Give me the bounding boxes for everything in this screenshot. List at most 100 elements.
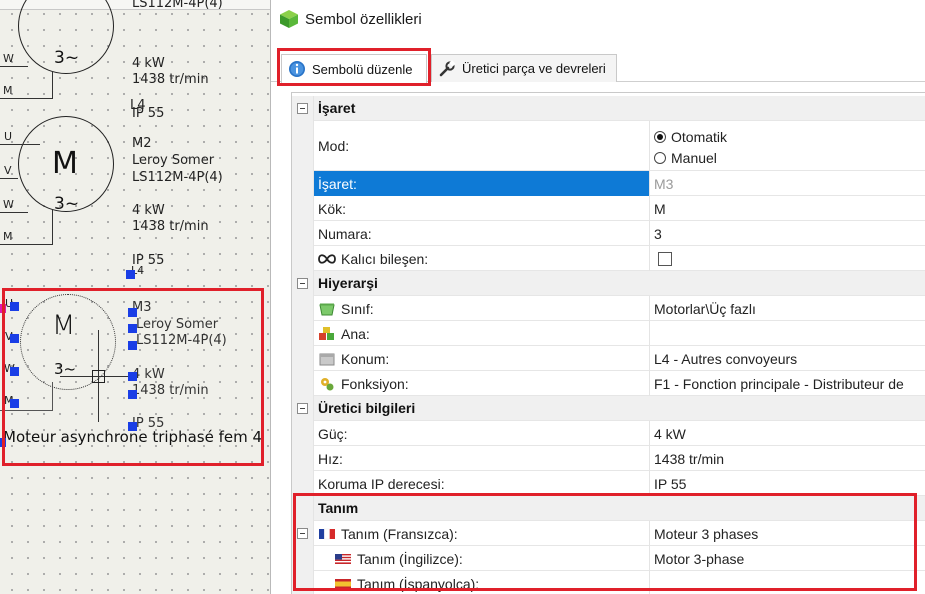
section-uretici-label: Üretici bilgileri (318, 400, 416, 416)
motor1-wire-m (0, 98, 52, 99)
section-gutter (292, 96, 314, 121)
row-mode-value: Otomatik Manuel (654, 121, 925, 171)
row-sinif-key: Sınıf: (314, 296, 650, 321)
row-guc-label: Güç: (314, 421, 650, 446)
property-grid[interactable]: İşaret Mod: Otomatik Manuel İşaret: M3 K… (291, 92, 925, 594)
row-isaret-label: İşaret: (314, 171, 650, 196)
row-guc-value[interactable]: 4 kW (654, 421, 925, 446)
row-sinif[interactable]: Sınıf: Motorlar\Üç fazlı (292, 296, 925, 321)
radio-otomatik-label: Otomatik (671, 128, 728, 145)
row-ana[interactable]: Ana: (292, 321, 925, 346)
selection-handle[interactable] (126, 270, 135, 279)
row-ana-key: Ana: (314, 321, 650, 346)
motor1-phase: 3~ (54, 48, 80, 68)
section-hiyerarsi[interactable]: Hiyerarşi (292, 271, 925, 296)
section-uretici[interactable]: Üretici bilgileri (292, 396, 925, 421)
window-title: Sembol özellikleri (305, 10, 422, 28)
kalici-checkbox[interactable] (658, 251, 672, 266)
section-hiyerarsi-label: Hiyerarşi (318, 275, 378, 291)
row-kalici-label: Kalıcı bileşen: (341, 250, 429, 267)
row-isaret[interactable]: İşaret: M3 (292, 171, 925, 196)
title-bar: Sembol özellikleri (271, 0, 925, 38)
row-konum[interactable]: Konum: L4 - Autres convoyeurs (292, 346, 925, 371)
motor1-model: LS112M-4P(4) (132, 0, 223, 11)
row-guc[interactable]: Güç: 4 kW (292, 421, 925, 446)
row-hiz[interactable]: Hız: 1438 tr/min (292, 446, 925, 471)
parent-components-icon (319, 326, 334, 340)
row-gutter (292, 296, 314, 321)
radio-dot-checked[interactable] (654, 130, 666, 143)
tab-annotation-frame (277, 48, 431, 86)
tab-manufacturer-parts[interactable]: Üretici parça ve devreleri (431, 54, 617, 82)
radio-dot[interactable] (654, 151, 666, 164)
motor2-speed: 1438 tr/min (132, 219, 209, 234)
row-numara[interactable]: Numara: 3 (292, 221, 925, 246)
row-mode[interactable]: Mod: Otomatik Manuel (292, 121, 925, 171)
radio-manuel-label: Manuel (671, 149, 717, 166)
row-konum-key: Konum: (314, 346, 650, 371)
radio-manuel[interactable]: Manuel (654, 149, 727, 167)
collapse-toggle[interactable] (297, 403, 308, 414)
collapse-toggle[interactable] (297, 278, 308, 289)
row-sinif-value[interactable]: Motorlar\Üç fazlı (654, 296, 925, 321)
row-kok[interactable]: Kök: M (292, 196, 925, 221)
row-fonksiyon-key: Fonksiyon: (314, 371, 650, 396)
infinity-icon (318, 253, 336, 264)
motor2-wire-u (0, 144, 40, 145)
row-mode-label: Mod: (314, 121, 650, 171)
row-kok-value[interactable]: M (654, 196, 925, 221)
row-isaret-value[interactable]: M3 (654, 171, 925, 196)
row-ana-label: Ana: (341, 325, 370, 342)
row-kalici[interactable]: Kalıcı bileşen: (292, 246, 925, 271)
motor1-wire-w (0, 66, 28, 67)
row-numara-label: Numara: (314, 221, 650, 246)
row-ana-value[interactable] (654, 321, 925, 346)
row-kalici-key: Kalıcı bileşen: (314, 246, 650, 271)
section-gutter (292, 396, 314, 421)
row-hiz-value[interactable]: 1438 tr/min (654, 446, 925, 471)
tab-strip: Sembolü düzenle Üretici parça ve devrele… (271, 48, 925, 86)
motor1-ip: IP 55 (132, 106, 165, 121)
motor2-name: M2 (132, 136, 152, 151)
row-numara-value[interactable]: 3 (654, 221, 925, 246)
row-konum-value[interactable]: L4 - Autres convoyeurs (654, 346, 925, 371)
function-gears-icon (321, 377, 334, 390)
motor2-wire-m (0, 244, 52, 245)
row-konum-label: Konum: (341, 350, 390, 367)
section-gutter (292, 271, 314, 296)
row-gutter (292, 246, 314, 271)
row-kok-label: Kök: (314, 196, 650, 221)
row-fonksiyon-value[interactable]: F1 - Fonction principale - Distributeur … (654, 371, 925, 396)
mode-radio-group: Otomatik Manuel (654, 128, 727, 167)
row-gutter (292, 346, 314, 371)
row-fonksiyon-label: Fonksiyon: (341, 375, 409, 392)
motor1-speed: 1438 tr/min (132, 72, 209, 87)
motor2-maker: Leroy Somer (132, 153, 215, 168)
app-cube-icon (280, 10, 298, 28)
motor2-symbol: M (52, 146, 78, 181)
row-hiz-label: Hız: (314, 446, 650, 471)
motor2-phase: 3~ (54, 194, 80, 214)
motor2-terminal-m: M (3, 230, 13, 243)
tanim-annotation-frame (293, 493, 917, 591)
collapse-toggle[interactable] (297, 103, 308, 114)
symbol-properties-window: Sembol özellikleri Sembolü düzenle Üreti… (270, 0, 925, 594)
row-gutter (292, 221, 314, 246)
row-gutter (292, 371, 314, 396)
row-kalici-value (654, 246, 925, 271)
schematic-canvas[interactable]: 3~ W M LS112M-4P(4) 4 kW 1438 tr/min L4 … (0, 0, 272, 594)
row-gutter (292, 421, 314, 446)
motor2-model: LS112M-4P(4) (132, 170, 223, 185)
motor2-wire-v (0, 178, 18, 179)
row-gutter (292, 321, 314, 346)
motor2-wire-m-vert (52, 210, 53, 245)
motor2-power: 4 kW (132, 203, 165, 218)
row-gutter (292, 171, 314, 196)
motor1-terminal-w: W (3, 52, 14, 65)
row-fonksiyon[interactable]: Fonksiyon: F1 - Fonction principale - Di… (292, 371, 925, 396)
section-isaret[interactable]: İşaret (292, 96, 925, 121)
location-box-icon (319, 353, 335, 365)
canvas-annotation-frame (2, 288, 264, 466)
motor2-terminal-w: W (3, 198, 14, 211)
radio-otomatik[interactable]: Otomatik (654, 128, 727, 146)
